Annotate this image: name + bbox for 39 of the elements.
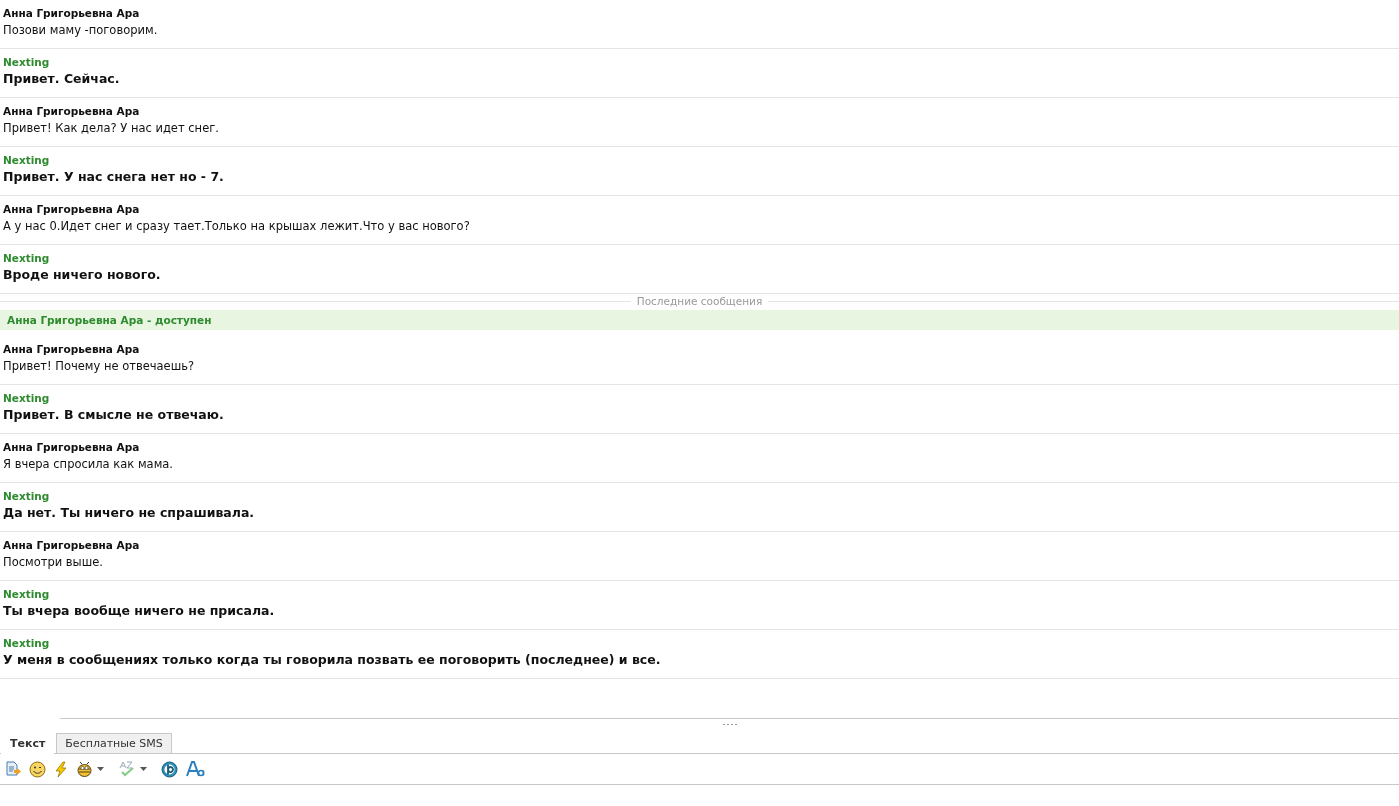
message-text: А у нас 0.Идет снег и сразу тает.Только на крышах лежит.Что у вас нового?: [3, 218, 470, 235]
sender-name: Nexting: [3, 489, 50, 503]
sender-name: Nexting: [3, 153, 50, 167]
bee-icon[interactable]: [76, 760, 93, 778]
sender-name: Nexting: [3, 636, 50, 650]
tab[interactable]: Бесплатные SMS: [56, 733, 172, 753]
sender-name: Nexting: [3, 391, 50, 405]
font-icon[interactable]: [186, 761, 205, 777]
sender-name: Анна Григорьевна Ара: [3, 440, 140, 454]
sender-name: Анна Григорьевна Ара: [3, 342, 140, 356]
message-text: Привет. В смысле не отвечаю.: [3, 406, 224, 424]
sender-name: Анна Григорьевна Ара: [3, 202, 140, 216]
circle-b-icon[interactable]: [161, 760, 178, 778]
message-text: Я вчера спросила как мама.: [3, 456, 174, 473]
message-text: Привет! Почему не отвечаешь?: [3, 358, 195, 375]
message-text: Посмотри выше.: [3, 554, 103, 571]
document-arrow-icon[interactable]: [5, 761, 21, 777]
message-text: Ты вчера вообще ничего не присала.: [3, 602, 275, 620]
caret-icon[interactable]: [140, 767, 147, 771]
sender-name: Nexting: [3, 587, 50, 601]
sender-name: Анна Григорьевна Ара: [3, 104, 140, 118]
message-text: Привет. Сейчас.: [3, 70, 120, 88]
message-text: Привет! Как дела? У нас идет снег.: [3, 120, 219, 137]
message-text: Привет. У нас снега нет но - 7.: [3, 168, 224, 186]
sender-name: Nexting: [3, 55, 50, 69]
sender-name: Nexting: [3, 251, 50, 265]
message-text: У меня в сообщениях только когда ты говорила позвать ее поговорить (последнее) и все.: [3, 651, 661, 669]
status-text: Анна Григорьевна Ара - доступен: [7, 314, 212, 326]
history-divider-label: Последние сообщения: [635, 295, 764, 307]
lightning-icon[interactable]: [54, 760, 68, 778]
spellcheck-icon[interactable]: [118, 761, 136, 777]
message-text: Позови маму -поговорим.: [3, 22, 158, 39]
message-text: Да нет. Ты ничего не спрашивала.: [3, 504, 255, 522]
smiley-icon[interactable]: [29, 760, 46, 778]
caret-icon[interactable]: [97, 767, 104, 771]
message-text: Вроде ничего нового.: [3, 266, 161, 284]
sender-name: Анна Григорьевна Ара: [3, 538, 140, 552]
sender-name: Анна Григорьевна Ара: [3, 6, 140, 20]
splitter-grip-icon[interactable]: [722, 722, 737, 726]
